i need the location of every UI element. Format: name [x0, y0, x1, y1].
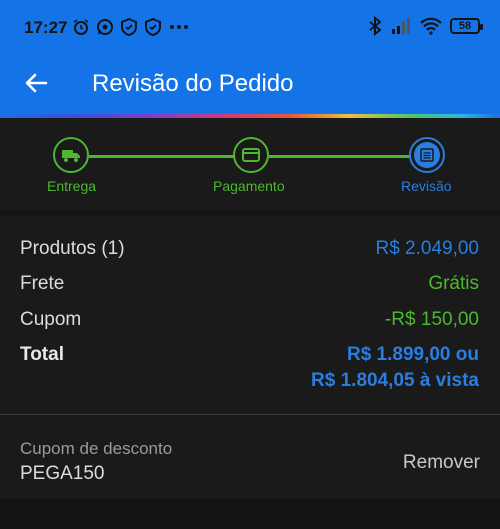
remove-coupon-button[interactable]: Remover — [403, 452, 480, 474]
products-label: Produtos (1) — [20, 238, 125, 259]
checkout-stepper: Entrega Pagamento Revisão — [0, 118, 500, 210]
products-value: R$ 2.049,00 — [375, 238, 479, 259]
coupon-value: -R$ 150,00 — [384, 309, 479, 330]
signal-icon — [390, 17, 412, 35]
shipping-value: Grátis — [428, 273, 479, 294]
back-button[interactable] — [22, 68, 52, 98]
step-connector — [89, 155, 234, 158]
total-value-installments: R$ 1.899,00 ou — [346, 344, 479, 365]
more-dots-icon — [168, 18, 190, 36]
status-time: 17:27 — [24, 18, 68, 37]
coupon-caption: Cupom de desconto — [20, 439, 173, 458]
order-summary: Produtos (1) R$ 2.049,00 Frete Grátis Cu… — [0, 216, 500, 414]
step-label-pagamento: Pagamento — [213, 178, 285, 194]
total-value-cash: R$ 1.804,05 à vista — [311, 370, 479, 391]
step-connector — [269, 155, 410, 158]
card-icon — [242, 148, 260, 162]
discount-coupon-section: Cupom de desconto PEGA150 Remover — [0, 415, 500, 499]
shipping-label: Frete — [20, 273, 65, 294]
list-icon — [420, 148, 434, 162]
arrow-left-icon — [25, 73, 48, 93]
step-revisao[interactable] — [409, 137, 445, 173]
truck-icon — [62, 150, 80, 162]
wifi-icon — [420, 17, 442, 35]
coupon-label: Cupom — [20, 309, 82, 330]
whatsapp-icon — [96, 18, 114, 36]
step-label-entrega: Entrega — [47, 178, 97, 194]
step-pagamento[interactable] — [233, 137, 269, 173]
battery-indicator: 58 — [450, 18, 483, 34]
system-icons: 58 — [368, 16, 483, 36]
step-entrega[interactable] — [53, 137, 89, 173]
alarm-icon — [72, 18, 90, 36]
coupon-code: PEGA150 — [20, 463, 105, 484]
bluetooth-icon — [368, 16, 382, 36]
total-label: Total — [20, 344, 64, 365]
section-divider — [0, 499, 500, 529]
status-bar: 17:27 58 — [0, 0, 500, 58]
shield-icon — [144, 18, 162, 36]
shield-icon — [120, 18, 138, 36]
notification-icons — [72, 18, 190, 36]
step-label-revisao: Revisão — [401, 178, 452, 194]
page-title: Revisão do Pedido — [92, 70, 294, 97]
